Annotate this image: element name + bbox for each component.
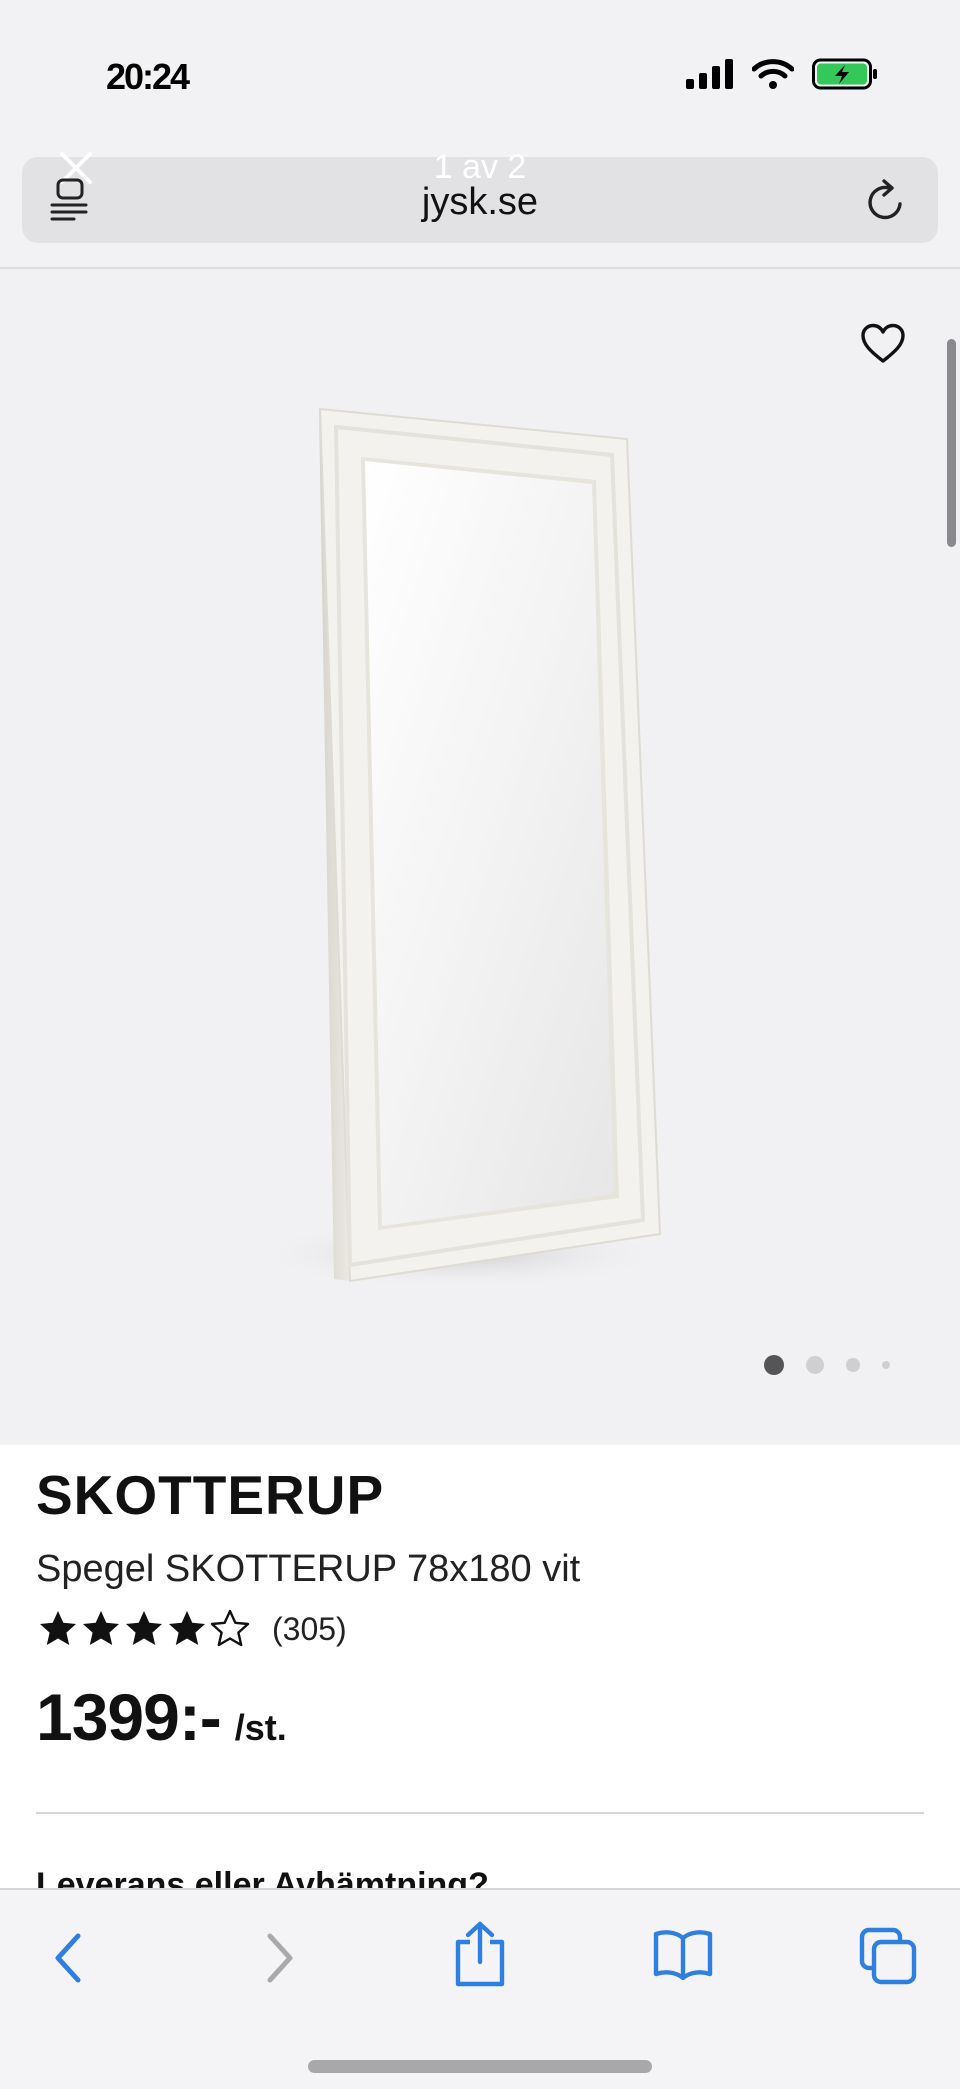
- mirror-product-image: [250, 407, 670, 1289]
- status-time: 20:24: [106, 56, 190, 97]
- back-icon[interactable]: [48, 1928, 92, 1988]
- product-image-gallery[interactable]: [0, 269, 960, 1445]
- battery-charging-icon: [812, 58, 877, 90]
- gallery-dot[interactable]: [806, 1356, 824, 1374]
- forward-icon[interactable]: [256, 1928, 300, 1988]
- tabs-icon[interactable]: [858, 1926, 918, 1986]
- product-title: SKOTTERUP: [36, 1464, 385, 1526]
- gallery-dot-active[interactable]: [764, 1355, 784, 1375]
- gallery-pagination[interactable]: [764, 1355, 890, 1375]
- price-amount: 1399:-: [36, 1680, 222, 1754]
- status-icons: [686, 58, 878, 90]
- browser-top-chrome: 20:24 1 av 2 jysk.se: [0, 0, 960, 269]
- rating-count[interactable]: (305): [272, 1611, 347, 1648]
- product-info: SKOTTERUP Spegel SKOTTERUP 78x180 vit (3…: [36, 1465, 924, 1755]
- gallery-dot[interactable]: [846, 1358, 860, 1372]
- product-price: 1399:- /st.: [36, 1679, 924, 1755]
- url-text[interactable]: jysk.se: [0, 180, 960, 224]
- home-indicator[interactable]: [308, 2060, 652, 2073]
- product-rating[interactable]: (305): [36, 1607, 924, 1651]
- price-unit: /st.: [234, 1707, 287, 1748]
- browser-bottom-toolbar: [0, 1888, 960, 2089]
- tab-count-label: 1 av 2: [433, 148, 527, 186]
- cellular-signal-icon: [686, 59, 733, 89]
- section-divider: [36, 1812, 924, 1814]
- product-name: Spegel SKOTTERUP 78x180 vit: [36, 1548, 581, 1590]
- reload-icon[interactable]: [864, 176, 908, 224]
- bookmarks-icon[interactable]: [652, 1926, 714, 1980]
- gallery-dot[interactable]: [882, 1361, 890, 1369]
- wifi-icon: [752, 59, 794, 89]
- star-rating-icon: [40, 1609, 250, 1647]
- share-icon[interactable]: [452, 1920, 508, 1988]
